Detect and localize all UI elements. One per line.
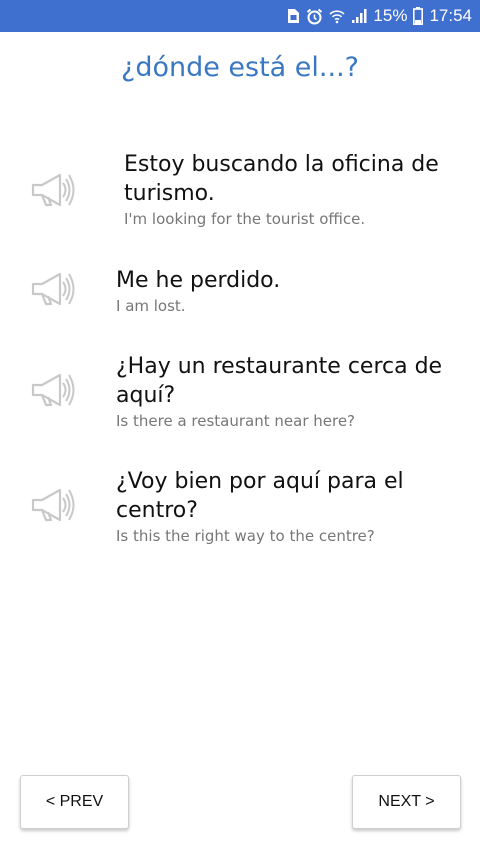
wifi-icon <box>329 8 345 24</box>
speaker-icon[interactable] <box>28 370 76 410</box>
battery-percent: 15% <box>373 6 408 25</box>
phrase-spanish: ¿Hay un restaurante cerca de aquí? <box>116 354 443 408</box>
phrase-spanish: Me he perdido. <box>116 268 281 293</box>
next-button[interactable]: NEXT > <box>352 775 461 829</box>
speaker-icon[interactable] <box>28 170 76 210</box>
speaker-icon[interactable] <box>28 485 76 525</box>
clock: 17:54 <box>429 6 472 25</box>
sim-card-icon <box>286 8 300 24</box>
phrase-spanish: ¿Voy bien por aquí para el centro? <box>116 469 404 523</box>
status-bar: 15% 17:54 <box>0 0 480 32</box>
phrase-english: Is there a restaurant near here? <box>116 412 356 430</box>
phrase-english: Is this the right way to the centre? <box>116 527 375 545</box>
speaker-icon[interactable] <box>28 269 76 309</box>
signal-icon <box>351 8 367 24</box>
phrase-spanish: Estoy buscando la oficina de turismo. <box>124 152 439 206</box>
phrase-english: I am lost. <box>116 297 186 315</box>
alarm-icon <box>306 8 323 25</box>
phrase-english: I'm looking for the tourist office. <box>124 210 366 228</box>
prev-button[interactable]: < PREV <box>20 775 129 829</box>
battery-icon <box>413 7 424 25</box>
page-title: ¿dónde está el...? <box>120 52 360 83</box>
